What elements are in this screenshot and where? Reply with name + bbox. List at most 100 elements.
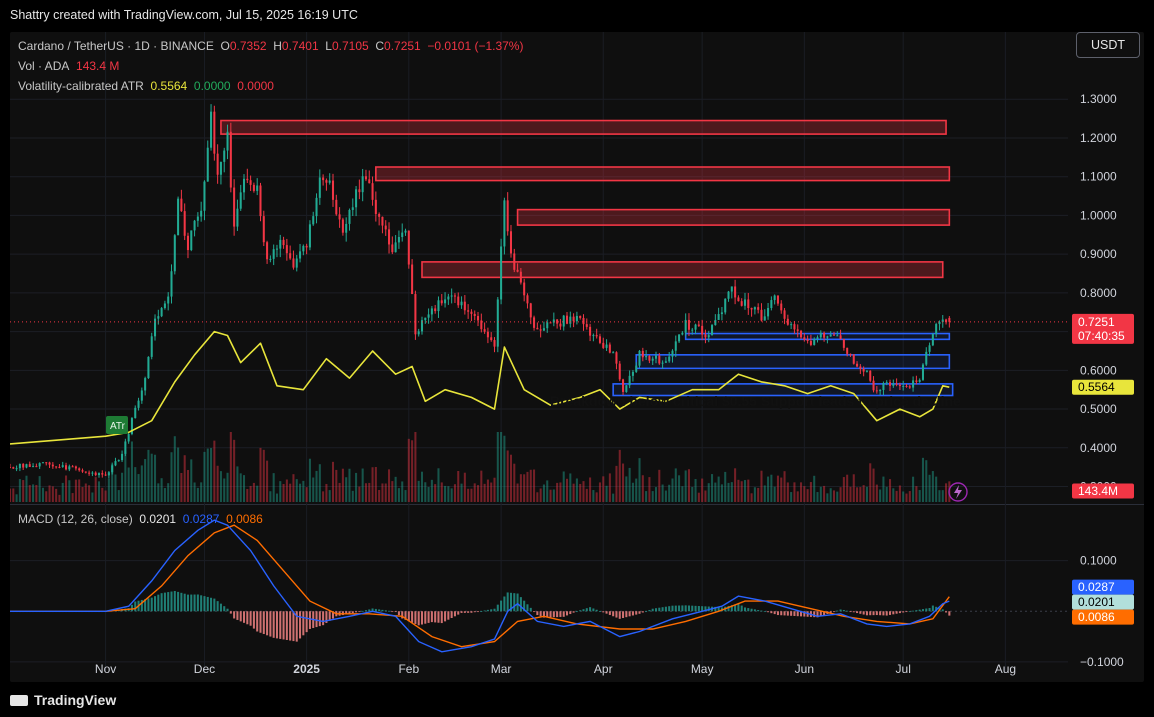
macd-histogram-bar [628, 611, 631, 617]
macd-histogram-bar [875, 611, 878, 616]
candle [170, 271, 173, 297]
open-value: 0.7352 [229, 39, 267, 53]
signal-line[interactable] [10, 524, 950, 648]
candle [55, 466, 58, 468]
macd-histogram-bar [869, 611, 872, 616]
atr-label[interactable]: Volatility-calibrated ATR [18, 79, 144, 93]
candle [819, 332, 822, 338]
candle [618, 363, 621, 380]
volume-bar [800, 482, 803, 502]
candle [18, 463, 21, 469]
candle [882, 383, 885, 390]
candle [121, 453, 124, 461]
candle [533, 317, 536, 328]
volume-bar [938, 490, 941, 502]
candle [48, 462, 51, 465]
macd-histogram-bar [163, 592, 166, 612]
volume-bar [229, 432, 232, 502]
candle [94, 472, 97, 476]
volume-label[interactable]: Vol · ADA [18, 59, 69, 73]
volume-bar [635, 478, 638, 502]
volume-bar [651, 491, 654, 502]
macd-value-badge-text: 0.0201 [1078, 595, 1115, 609]
volume-bar [315, 470, 318, 502]
macd-histogram-bar [249, 611, 252, 626]
resistance-zone[interactable] [516, 208, 951, 226]
support-zone[interactable] [635, 354, 951, 370]
volume-bar [684, 470, 687, 502]
macd-histogram-bar [196, 594, 199, 612]
macd-histogram-bar [177, 591, 180, 612]
candle [592, 335, 595, 337]
macd-histogram-bar [361, 610, 364, 612]
volume-bar [65, 475, 68, 502]
volume-bar [500, 432, 503, 502]
volume-bar [711, 474, 714, 502]
candle [905, 385, 908, 387]
volume-bar [714, 482, 717, 502]
volume-bar [121, 472, 124, 502]
chart-canvas[interactable]: 1.30001.20001.10001.00000.90000.80000.70… [10, 32, 1144, 682]
candle [519, 271, 522, 283]
macd-histogram-bar [539, 611, 542, 617]
macd-histogram-bar [651, 608, 654, 612]
volume-bar [414, 432, 417, 502]
candle [523, 282, 526, 296]
volume-bar [513, 463, 516, 502]
macd-histogram-bar [796, 611, 799, 617]
candle [467, 310, 470, 312]
resistance-zone[interactable] [220, 119, 947, 135]
chart-frame[interactable]: Cardano / TetherUS · 1D · BINANCE O0.735… [10, 32, 1144, 682]
volume-bar [556, 482, 559, 502]
x-tick-label: 2025 [293, 662, 320, 676]
candle [694, 324, 697, 330]
candle [585, 324, 588, 327]
volume-bar [832, 490, 836, 502]
macd-histogram-bar [308, 611, 311, 629]
atr-value-badge-text: 0.5564 [1078, 380, 1115, 394]
volume-bar [206, 448, 209, 502]
volume-bar [216, 465, 219, 502]
candle [355, 189, 358, 208]
candle [223, 150, 226, 162]
volume-bar [579, 483, 582, 502]
macd-histogram-bar [549, 611, 552, 618]
volume-bar [898, 485, 901, 502]
candle [767, 307, 770, 317]
macd-histogram-bar [246, 611, 249, 625]
volume-bar [299, 483, 302, 502]
candle [773, 295, 776, 301]
candle [490, 337, 493, 341]
candle [391, 244, 394, 253]
macd-histogram-bar [447, 611, 450, 620]
macd-label[interactable]: MACD (12, 26, close) [18, 512, 133, 526]
macd-histogram-bar [931, 605, 934, 612]
macd-histogram-bar [635, 611, 638, 615]
macd-histogram-bar [470, 611, 473, 613]
volume-bar [477, 485, 480, 502]
candle [71, 466, 74, 468]
macd-histogram-bar [559, 611, 562, 617]
y-tick-label: 0.8000 [1080, 286, 1117, 300]
macd-histogram-bar [945, 611, 948, 613]
currency-button[interactable]: USDT [1076, 32, 1140, 58]
volume-row: Vol · ADA 143.4 M [18, 56, 523, 76]
macd-histogram-bar [519, 597, 522, 612]
candle [711, 325, 714, 336]
macd-histogram-bar [364, 610, 367, 612]
resistance-zone[interactable] [375, 166, 951, 182]
symbol-label[interactable]: Cardano / TetherUS · 1D · BINANCE [18, 39, 214, 53]
candle [717, 314, 720, 320]
macd-line[interactable] [10, 519, 950, 653]
candle [763, 316, 766, 321]
macd-histogram-bar [743, 607, 747, 612]
candle [434, 308, 437, 312]
candle [856, 363, 859, 367]
macd-histogram-bar [460, 611, 463, 613]
volume-bar [167, 483, 170, 502]
volume-bar [147, 449, 150, 502]
tradingview-logo[interactable]: TradingView [10, 692, 116, 708]
volume-bar [773, 486, 776, 502]
candle [315, 197, 318, 217]
candle [262, 216, 265, 243]
